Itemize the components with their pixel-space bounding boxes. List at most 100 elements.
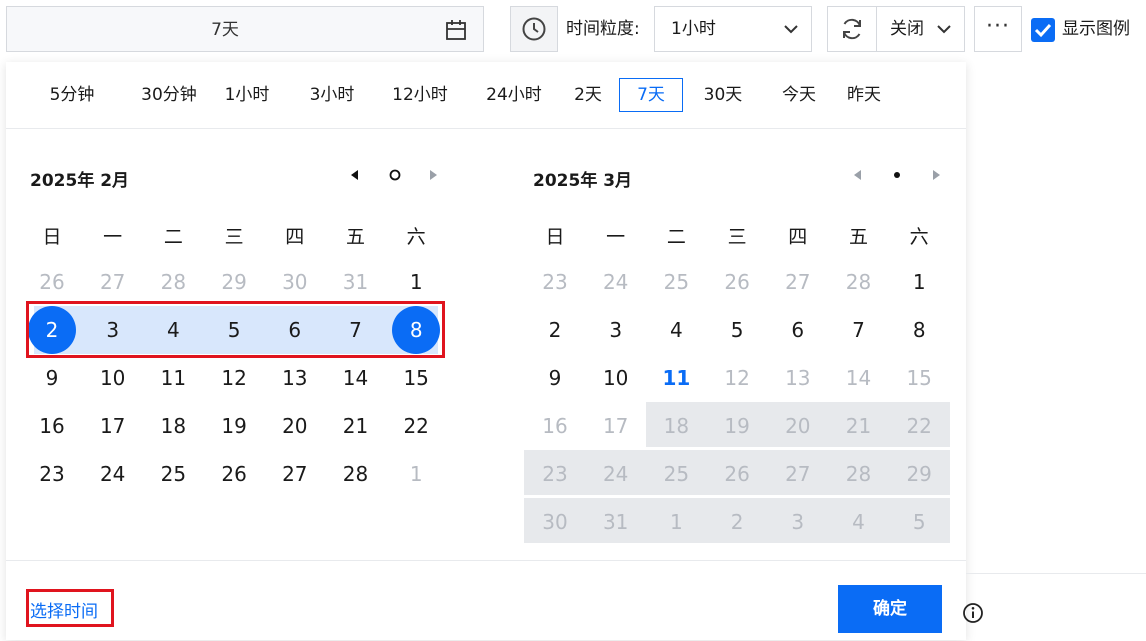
calendar-day[interactable]: 12 [214,358,254,398]
calendar-day[interactable]: 27 [275,454,315,494]
calendar-day[interactable]: 14 [839,358,879,398]
calendar-day[interactable]: 4 [839,502,879,542]
calendar-day[interactable]: 2 [535,310,575,350]
quick-option[interactable]: 30分钟 [119,78,219,112]
calendar-day[interactable]: 10 [93,358,133,398]
calendar-day[interactable]: 23 [535,454,575,494]
calendar-day[interactable]: 27 [778,262,818,302]
calendar-day[interactable]: 29 [214,262,254,302]
quick-option[interactable]: 今天 [765,78,833,112]
calendar-day[interactable]: 1 [899,262,939,302]
calendar-day[interactable]: 27 [778,454,818,494]
weekday-header: 二 [666,226,686,248]
refresh-button[interactable] [828,7,877,51]
calendar-day[interactable]: 14 [336,358,376,398]
prev-month-icon[interactable] [851,168,865,182]
calendar-day[interactable]: 21 [839,406,879,446]
divider [966,573,1146,574]
calendar-day[interactable]: 25 [656,454,696,494]
calendar-day[interactable]: 8 [899,310,939,350]
calendar-day[interactable]: 26 [32,262,72,302]
calendar-day[interactable]: 1 [396,262,436,302]
calendar-day[interactable]: 12 [717,358,757,398]
calendar-day[interactable]: 5 [717,310,757,350]
confirm-button[interactable]: 确定 [838,585,942,633]
calendar-day[interactable]: 20 [275,406,315,446]
quick-option[interactable]: 2天 [562,78,614,112]
date-range-input[interactable]: 7天 [6,6,484,52]
check-icon [1034,23,1052,38]
calendar-day[interactable]: 24 [596,454,636,494]
calendar-day[interactable]: 9 [535,358,575,398]
calendar-day[interactable]: 28 [153,262,193,302]
calendar-day[interactable]: 5 [899,502,939,542]
quick-option[interactable]: 24小时 [468,78,560,112]
calendar-day[interactable]: 16 [535,406,575,446]
calendar-day[interactable]: 17 [596,406,636,446]
granularity-select[interactable]: 1小时 [654,6,812,52]
calendar-day[interactable]: 27 [93,262,133,302]
calendar-day[interactable]: 7 [839,310,879,350]
calendar-day[interactable]: 31 [596,502,636,542]
quick-option[interactable]: 1小时 [212,78,282,112]
calendar-day[interactable]: 25 [153,454,193,494]
calendar-day[interactable]: 28 [839,454,879,494]
more-button[interactable]: ··· [974,6,1022,52]
calendar-day[interactable]: 20 [778,406,818,446]
calendar-day[interactable]: 26 [717,262,757,302]
quick-option[interactable]: 30天 [690,78,756,112]
calendar-day[interactable]: 22 [396,406,436,446]
calendar-day[interactable]: 16 [32,406,72,446]
calendar-day[interactable]: 2 [717,502,757,542]
calendar-day[interactable]: 25 [656,262,696,302]
calendar-day[interactable]: 29 [899,454,939,494]
calendar-day[interactable]: 19 [717,406,757,446]
calendar-day[interactable]: 19 [214,406,254,446]
calendar-day[interactable]: 23 [32,454,72,494]
calendar-day[interactable]: 11 [656,358,696,398]
calendar-day[interactable]: 23 [535,262,575,302]
calendar-day[interactable]: 1 [656,502,696,542]
calendar-day[interactable]: 13 [778,358,818,398]
clock-button[interactable] [510,6,558,52]
calendar-day[interactable]: 21 [336,406,376,446]
calendar-day[interactable]: 13 [275,358,315,398]
calendar-day[interactable]: 15 [899,358,939,398]
calendar-day[interactable]: 26 [717,454,757,494]
calendar-day[interactable]: 18 [656,406,696,446]
calendar-day[interactable]: 9 [32,358,72,398]
calendar-day[interactable]: 18 [153,406,193,446]
calendar-day[interactable]: 30 [275,262,315,302]
refresh-interval-select[interactable]: 关闭 [890,7,924,51]
calendar-day[interactable]: 1 [396,454,436,494]
calendar-day[interactable]: 6 [778,310,818,350]
calendar-day[interactable]: 26 [214,454,254,494]
calendar-title: 2025年 2月 [30,171,130,191]
calendar-day[interactable]: 10 [596,358,636,398]
info-icon[interactable] [962,602,984,624]
quick-option[interactable]: 昨天 [838,78,890,112]
calendar-day[interactable]: 15 [396,358,436,398]
calendar-day[interactable]: 24 [93,454,133,494]
quick-option[interactable]: 5分钟 [30,78,114,112]
quick-option[interactable]: 3小时 [292,78,372,112]
next-month-icon[interactable] [426,168,440,182]
calendar-day[interactable]: 3 [596,310,636,350]
calendar-day[interactable]: 17 [93,406,133,446]
calendar-day[interactable]: 4 [656,310,696,350]
calendar-day[interactable]: 28 [336,454,376,494]
calendar-day[interactable]: 11 [153,358,193,398]
quick-option[interactable]: 7天 [619,78,683,112]
calendar-day[interactable]: 22 [899,406,939,446]
calendar-day[interactable]: 24 [596,262,636,302]
calendar-day[interactable]: 3 [778,502,818,542]
calendar-day[interactable]: 28 [839,262,879,302]
show-legend-checkbox[interactable] [1031,18,1055,42]
current-month-icon[interactable] [388,168,402,182]
calendar-day[interactable]: 31 [336,262,376,302]
calendar-day[interactable]: 30 [535,502,575,542]
next-month-icon[interactable] [929,168,943,182]
current-month-icon[interactable] [890,168,904,182]
quick-option[interactable]: 12小时 [374,78,466,112]
prev-month-icon[interactable] [348,168,362,182]
